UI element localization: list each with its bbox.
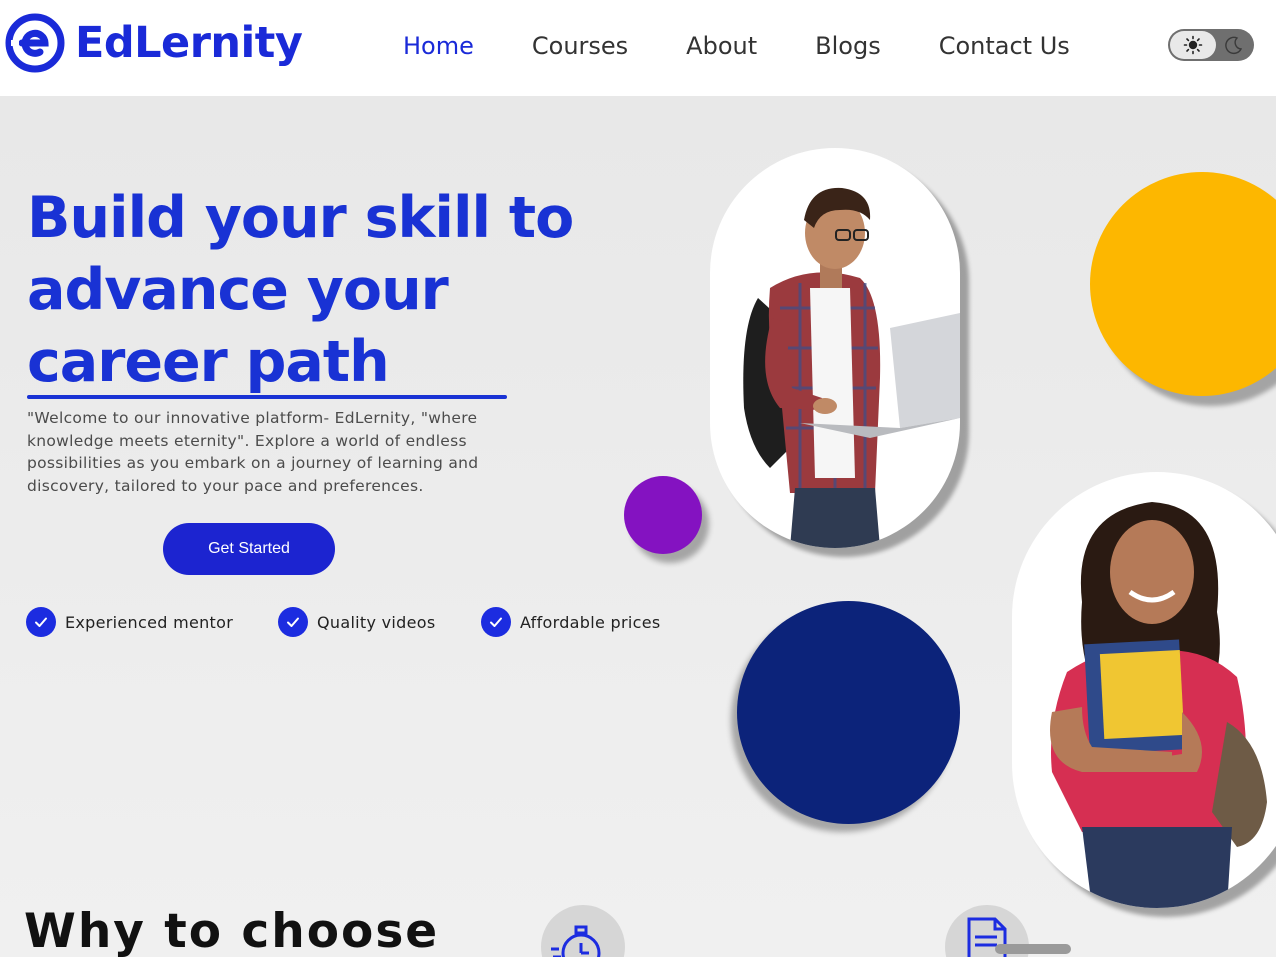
sun-icon — [1183, 35, 1203, 55]
hero-section: Build your skill to advance your career … — [0, 96, 1276, 957]
get-started-button[interactable]: Get Started — [163, 523, 335, 575]
logo-mark-icon — [5, 13, 65, 73]
why-choose-heading: Why to choose — [24, 904, 440, 957]
headline-line: advance your — [27, 257, 449, 323]
student-photo-female — [1012, 472, 1276, 908]
nav-blogs[interactable]: Blogs — [815, 30, 881, 62]
stopwatch-icon — [541, 905, 625, 957]
decor-circle-yellow — [1090, 172, 1276, 396]
nav-about[interactable]: About — [686, 30, 757, 62]
decor-circle-navy — [737, 601, 960, 824]
theme-toggle[interactable] — [1168, 29, 1254, 61]
site-header: EdLernity Home Courses About Blogs Conta… — [0, 0, 1276, 96]
nav-courses[interactable]: Courses — [532, 30, 628, 62]
student-photo-male — [710, 148, 960, 548]
feature-label: Affordable prices — [520, 612, 661, 632]
check-icon — [481, 607, 511, 637]
check-icon — [26, 607, 56, 637]
logo[interactable]: EdLernity — [5, 13, 303, 73]
decor-circle-purple — [624, 476, 702, 554]
feature-item: Quality videos — [278, 607, 436, 637]
toggle-knob — [1170, 31, 1216, 59]
nav-home[interactable]: Home — [403, 30, 474, 62]
headline-line: Build your skill to — [27, 185, 574, 251]
headline-underline — [27, 395, 507, 399]
feature-item: Experienced mentor — [26, 607, 233, 637]
main-nav: Home Courses About Blogs Contact Us — [403, 30, 1128, 62]
moon-icon — [1225, 36, 1243, 55]
hero-headline: Build your skill to advance your career … — [27, 182, 587, 398]
scrollbar-thumb[interactable] — [995, 944, 1071, 954]
feature-label: Quality videos — [317, 612, 436, 632]
hero-intro-text: "Welcome to our innovative platform- EdL… — [27, 409, 479, 495]
feature-label: Experienced mentor — [65, 612, 234, 632]
feature-item: Affordable prices — [481, 607, 660, 637]
nav-contact-us[interactable]: Contact Us — [939, 30, 1070, 62]
headline-line: career path — [27, 329, 390, 395]
check-icon — [278, 607, 308, 637]
brand-name: EdLernity — [75, 18, 303, 68]
